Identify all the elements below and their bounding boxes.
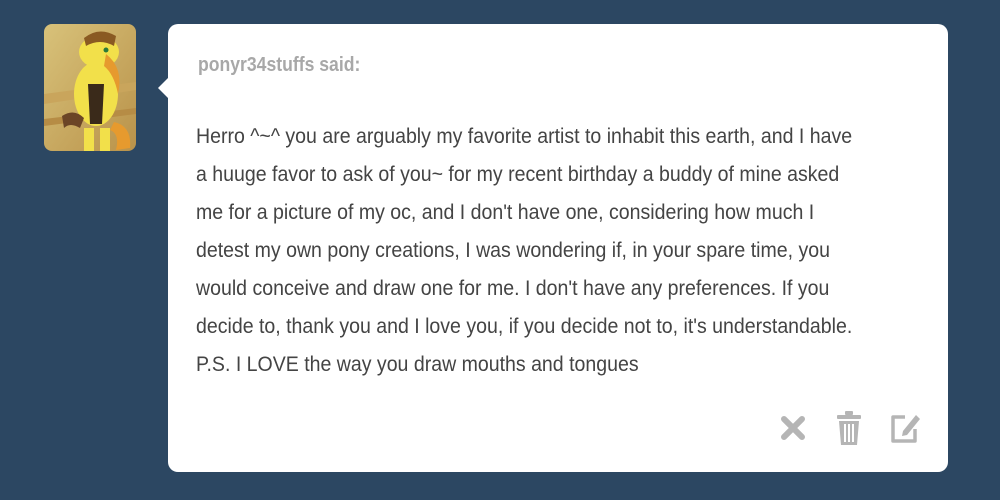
card-pointer [158,78,168,98]
asker-said-label[interactable]: ponyr34stuffs said: [198,54,360,77]
ask-actions [776,408,922,448]
ask-card: ponyr34stuffs said: Herro ^~^ you are ar… [158,24,948,472]
question-text: Herro ^~^ you are arguably my favorite a… [196,125,853,376]
delete-button[interactable] [776,408,810,448]
asker-avatar[interactable] [44,24,136,151]
trash-button[interactable] [832,408,866,448]
close-icon [781,416,805,440]
trash-icon [837,411,861,445]
edit-icon [891,415,920,443]
edit-button[interactable] [888,408,922,448]
avatar-image [44,24,136,151]
